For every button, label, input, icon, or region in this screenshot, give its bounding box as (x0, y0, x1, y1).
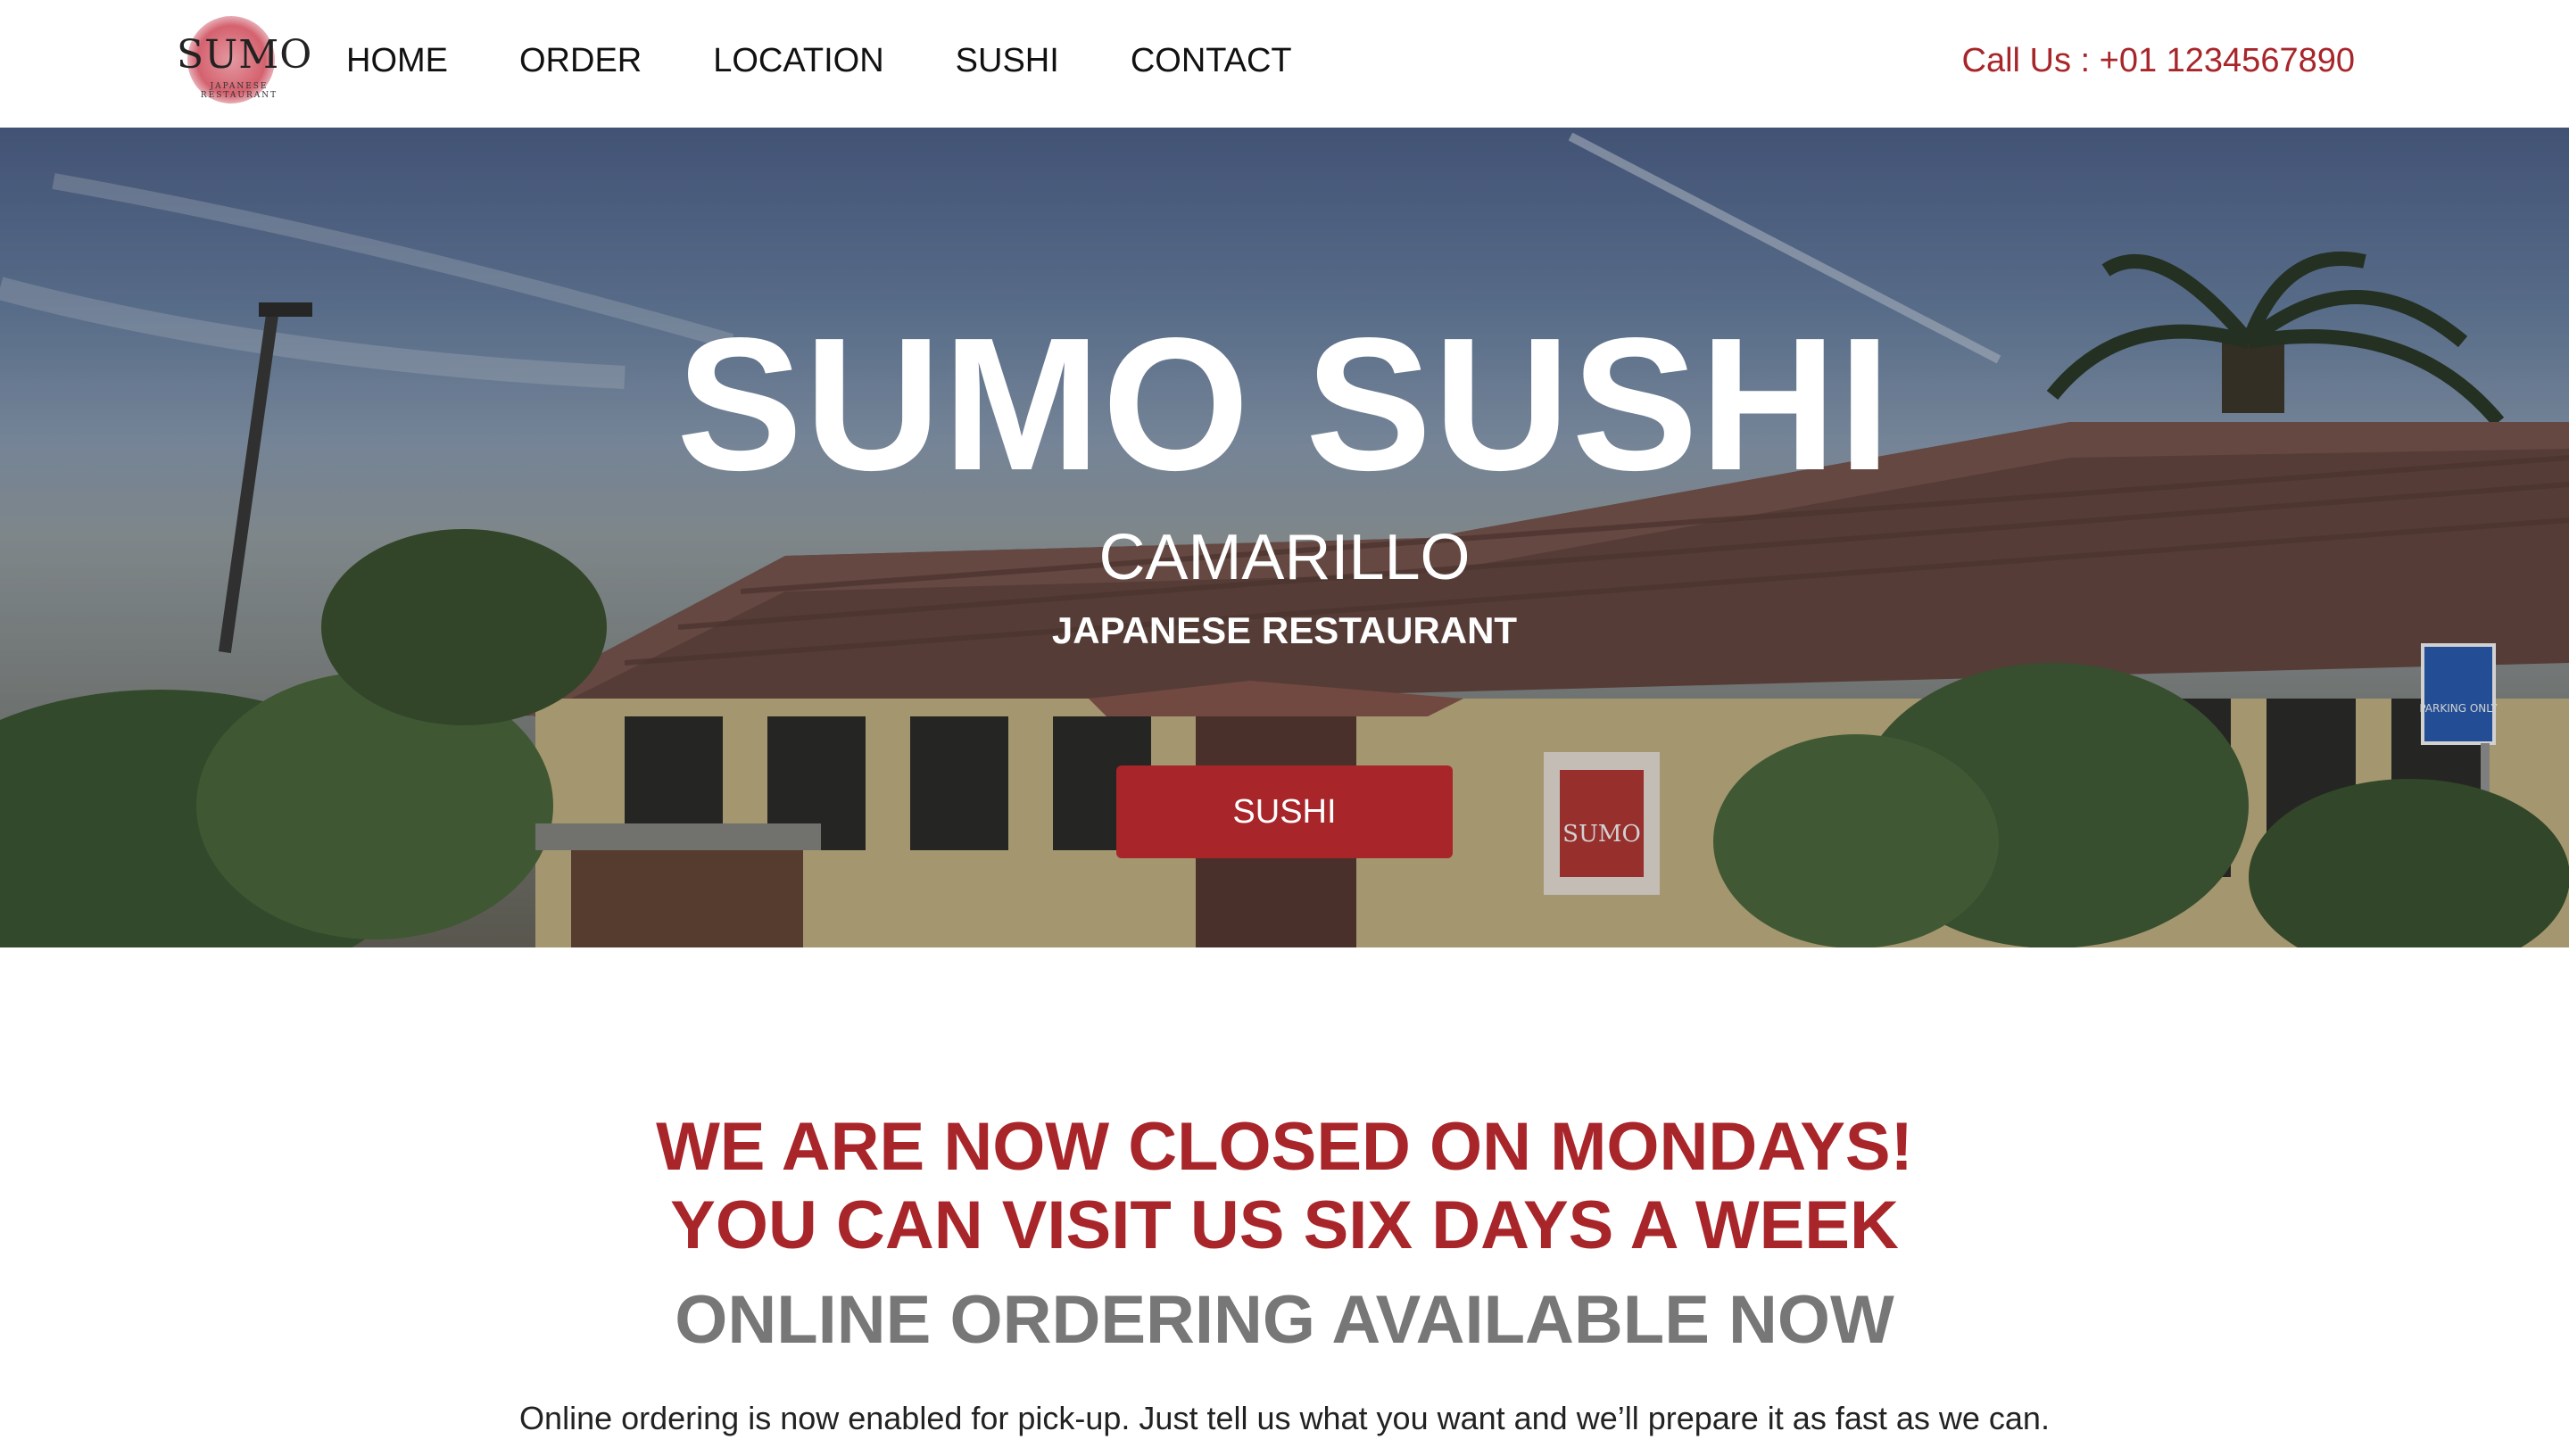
top-navigation-bar: SUMO JAPANESE RESTAURANT HOME ORDER LOCA… (0, 0, 2569, 128)
hero-title: SUMO SUSHI (676, 298, 1893, 509)
nav-location[interactable]: LOCATION (713, 39, 883, 82)
logo-wordmark: SUMO (177, 32, 313, 78)
nav-sushi[interactable]: SUSHI (956, 39, 1059, 82)
online-ordering-heading: ONLINE ORDERING AVAILABLE NOW (675, 1282, 1894, 1358)
sushi-button[interactable]: SUSHI (1116, 765, 1453, 858)
hero-banner: SUMO PARKING ONLY SUMO SUSHI CAMARILLO J… (0, 128, 2569, 947)
hero-city: CAMARILLO (1098, 522, 1471, 593)
nav-home[interactable]: HOME (346, 39, 448, 82)
closed-mondays-heading: WE ARE NOW CLOSED ON MONDAYS! (656, 1109, 1913, 1185)
hero-subtitle: JAPANESE RESTAURANT (1051, 609, 1518, 651)
sumo-logo[interactable]: SUMO JAPANESE RESTAURANT (177, 14, 313, 103)
online-ordering-description: Online ordering is now enabled for pick-… (519, 1400, 2050, 1436)
six-days-heading: YOU CAN VISIT US SIX DAYS A WEEK (670, 1187, 1899, 1263)
nav-contact[interactable]: CONTACT (1131, 39, 1292, 82)
nav-order[interactable]: ORDER (519, 39, 642, 82)
call-us-phone-link[interactable]: Call Us : +01 1234567890 (1962, 39, 2356, 82)
main-nav: HOME ORDER LOCATION SUSHI CONTACT (346, 39, 1363, 82)
logo-subtitle: JAPANESE RESTAURANT (200, 82, 278, 100)
